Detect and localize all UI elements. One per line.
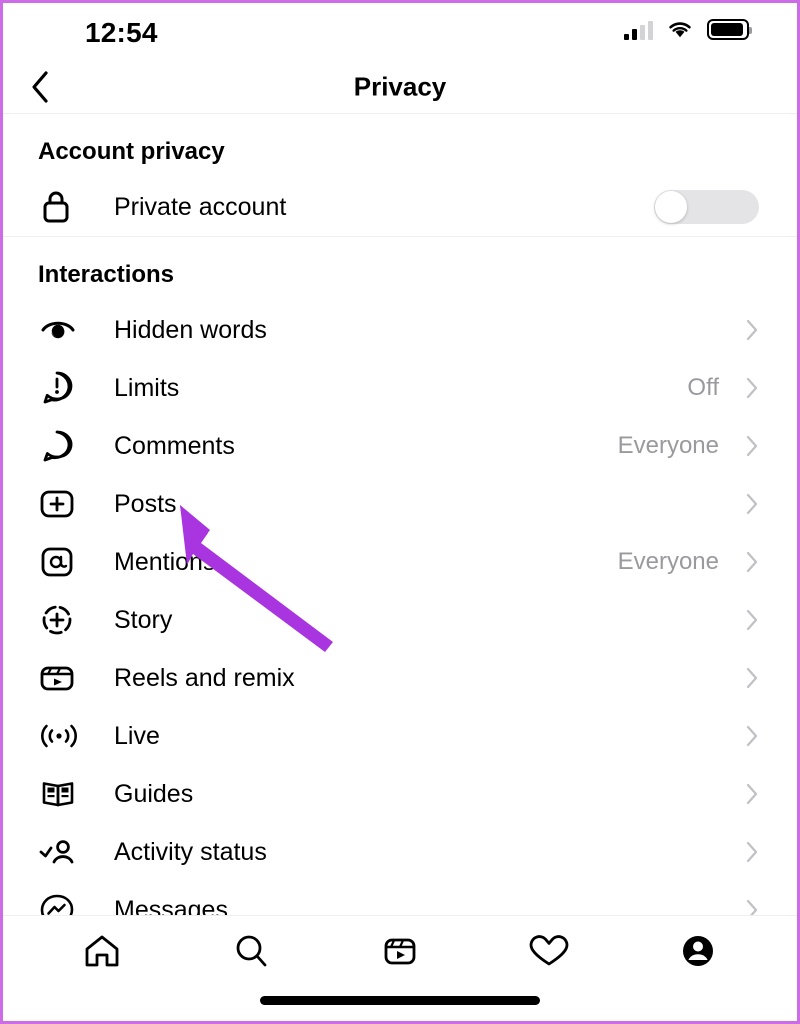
chevron-right-icon [745,550,759,574]
chevron-right-icon [745,782,759,806]
lock-icon [38,187,84,227]
row-label: Live [114,721,160,750]
nav-tab-activity[interactable] [517,923,581,979]
heart-icon [529,935,569,966]
comment-bubble-icon [38,426,84,466]
cellular-signal-icon [624,20,653,40]
row-value: Everyone [617,548,719,575]
row-private-account[interactable]: Private account [3,178,797,236]
exclamation-bubble-icon [38,368,84,408]
row-mentions[interactable]: Mentions Everyone [3,533,797,591]
chevron-right-icon [745,840,759,864]
search-icon [236,935,267,967]
section-account-privacy: Account privacy Private account [3,114,797,236]
activity-status-icon [38,832,84,872]
nav-tab-reels[interactable] [368,923,432,979]
row-label: Limits [114,373,180,402]
reels-tab-icon [384,938,416,965]
guides-book-icon [38,774,84,814]
row-posts[interactable]: Posts [3,475,797,533]
row-limits[interactable]: Limits Off [3,359,797,417]
page-title: Privacy [353,71,447,102]
section-interactions: Interactions Hidden words Limits Off Com… [3,236,797,939]
chevron-right-icon [745,666,759,690]
chevron-right-icon [745,608,759,632]
profile-avatar-icon [683,936,714,966]
status-indicators [624,19,752,40]
status-bar: 12:54 [3,3,797,61]
row-label: Hidden words [114,315,267,344]
row-guides[interactable]: Guides [3,765,797,823]
nav-tab-search[interactable] [219,923,283,979]
battery-icon [707,19,752,40]
row-reels-and-remix[interactable]: Reels and remix [3,649,797,707]
chevron-right-icon [745,376,759,400]
chevron-right-icon [745,724,759,748]
chevron-right-icon [745,434,759,458]
row-label: Mentions [114,547,216,576]
status-time: 12:54 [85,17,158,48]
reels-icon [38,658,84,698]
phone-screen: 12:54 Privacy Account privacy Private ac… [0,0,800,1024]
row-comments[interactable]: Comments Everyone [3,417,797,475]
nav-tab-home[interactable] [70,923,134,979]
at-sign-icon [38,542,84,582]
home-icon [85,935,118,967]
wifi-icon [669,22,691,38]
toggle-knob [655,191,687,223]
bottom-navigation-bar [3,915,797,1021]
nav-tab-profile[interactable] [666,923,730,979]
home-indicator [260,996,540,1005]
private-account-toggle[interactable] [654,190,759,224]
row-label: Posts [114,489,177,518]
row-label: Guides [114,779,194,808]
row-label: Story [114,605,173,634]
row-hidden-words[interactable]: Hidden words [3,301,797,359]
chevron-right-icon [745,318,759,342]
row-activity-status[interactable]: Activity status [3,823,797,881]
row-label: Comments [114,431,235,460]
app-header: Privacy [3,61,797,114]
row-label: Activity status [114,837,267,866]
row-live[interactable]: Live [3,707,797,765]
chevron-right-icon [745,492,759,516]
row-label: Private account [114,192,287,221]
section-title-account-privacy: Account privacy [38,138,225,165]
row-value: Off [687,374,719,401]
plus-square-icon [38,484,84,524]
row-label: Reels and remix [114,663,295,692]
row-story[interactable]: Story [3,591,797,649]
row-value: Everyone [617,432,719,459]
live-broadcast-icon [38,716,84,756]
eye-icon [38,310,84,350]
story-plus-icon [38,600,84,640]
section-title-interactions: Interactions [38,261,175,288]
